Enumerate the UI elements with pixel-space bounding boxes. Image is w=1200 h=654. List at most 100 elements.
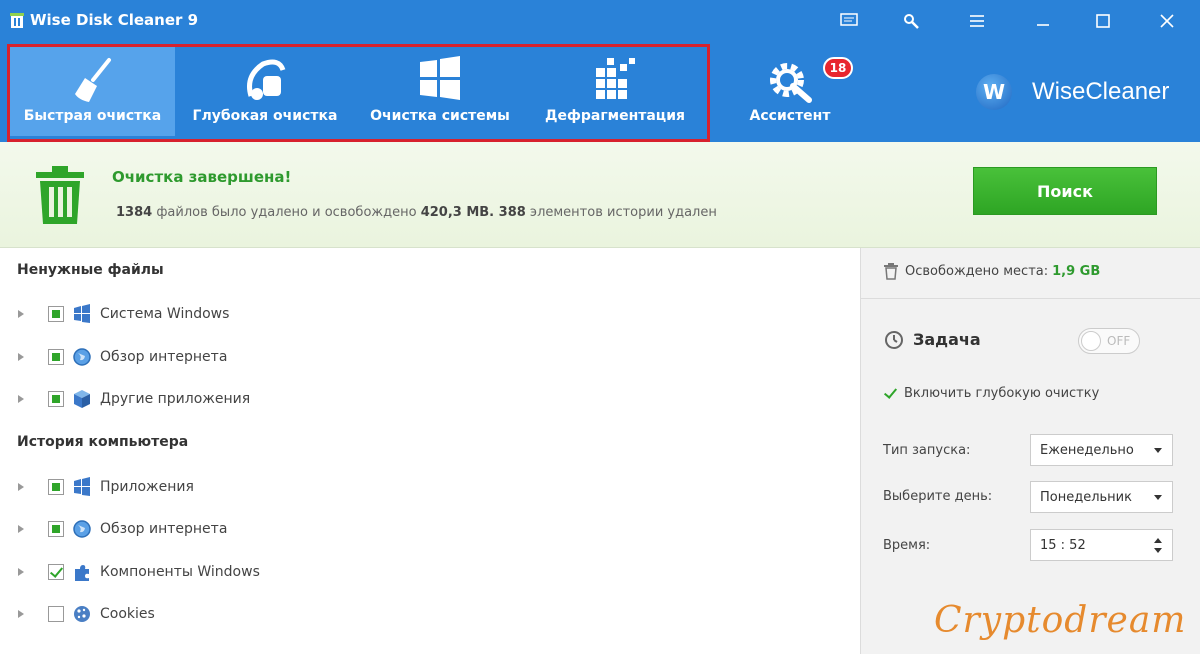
wrench-icon: [904, 14, 919, 29]
item-checkbox[interactable]: [48, 479, 64, 495]
expand-arrow-icon[interactable]: [18, 610, 24, 618]
status-description: 1384 файлов было удалено и освобождено 4…: [116, 205, 717, 220]
globe-icon: [73, 520, 91, 538]
windows-icon: [74, 477, 90, 496]
vacuum-icon: [247, 59, 286, 100]
divider: [861, 298, 1200, 299]
list-item[interactable]: Другие приложения: [0, 387, 860, 411]
day-select[interactable]: Понедельник: [1030, 481, 1173, 513]
windows-logo-icon: [420, 56, 460, 100]
item-label: Приложения: [100, 479, 194, 495]
freed-label: Освобождено места:: [905, 263, 1049, 279]
list-item[interactable]: Обзор интернета: [0, 345, 860, 369]
tab-label: Очистка системы: [370, 108, 510, 124]
expand-arrow-icon[interactable]: [18, 353, 24, 361]
tab-defrag[interactable]: Дефрагментация: [530, 46, 700, 136]
tab-quick-clean[interactable]: Быстрая очистка: [10, 46, 175, 136]
tab-label: Глубокая очистка: [192, 108, 338, 124]
list-item[interactable]: Компоненты Windows: [0, 560, 860, 584]
toggle-state: OFF: [1107, 334, 1131, 348]
time-label: Время:: [883, 538, 931, 553]
task-label: Задача: [913, 329, 981, 349]
chevron-down-icon: [1154, 448, 1162, 453]
list-item[interactable]: Система Windows: [0, 302, 860, 326]
task-header: Задача: [883, 328, 981, 350]
item-checkbox[interactable]: [48, 306, 64, 322]
menu-button[interactable]: [962, 8, 992, 34]
main-toolbar: Быстрая очистка Глубокая очистка Очистка…: [0, 42, 1200, 142]
expand-arrow-icon[interactable]: [18, 310, 24, 318]
files-count: 1384: [116, 205, 153, 220]
pc-history-heading: История компьютера: [17, 434, 189, 450]
status-text-1: файлов было удалено и освобождено: [152, 205, 421, 220]
title-bar: Wise Disk Cleaner 9: [0, 0, 1200, 42]
list-item[interactable]: Cookies: [0, 602, 860, 626]
search-button[interactable]: Поиск: [973, 167, 1157, 215]
notification-badge: 18: [823, 57, 853, 79]
maximize-button[interactable]: [1088, 8, 1118, 34]
freed-size: 420,3 MB.: [420, 205, 495, 220]
close-button[interactable]: [1152, 8, 1182, 34]
trash-small-icon: [884, 263, 898, 280]
minimize-button[interactable]: [1028, 8, 1058, 34]
tools-button[interactable]: [896, 8, 926, 34]
watermark: Cryptodream: [934, 600, 1187, 641]
task-toggle[interactable]: OFF: [1078, 328, 1140, 354]
launch-type-label: Тип запуска:: [883, 443, 971, 458]
history-count: 388: [494, 205, 526, 220]
sidebar-panel: Освобождено места: 1,9 GB Задача OFF Вкл…: [860, 248, 1200, 654]
globe-icon: [73, 348, 91, 366]
feedback-button[interactable]: [834, 8, 864, 34]
puzzle-icon: [75, 565, 89, 581]
day-label: Выберите день:: [883, 489, 993, 504]
time-input[interactable]: 15 : 52: [1030, 529, 1173, 561]
maximize-icon: [1096, 14, 1110, 28]
categories-panel: Ненужные файлы Система Windows Обзор инт…: [0, 248, 860, 654]
item-label: Обзор интернета: [100, 349, 228, 365]
expand-arrow-icon[interactable]: [18, 568, 24, 576]
day-value: Понедельник: [1040, 489, 1132, 505]
item-checkbox[interactable]: [48, 606, 64, 622]
package-icon: [74, 390, 90, 408]
tab-system-clean[interactable]: Очистка системы: [360, 46, 520, 136]
menu-icon: [970, 15, 984, 27]
defrag-icon: [596, 58, 635, 99]
list-item[interactable]: Приложения: [0, 475, 860, 499]
item-checkbox[interactable]: [48, 521, 64, 537]
tab-label: Дефрагментация: [545, 108, 685, 124]
expand-arrow-icon[interactable]: [18, 483, 24, 491]
launch-type-value: Еженедельно: [1040, 442, 1134, 458]
freed-value: 1,9 GB: [1052, 263, 1101, 279]
deep-clean-option[interactable]: Включить глубокую очистку: [883, 386, 1099, 401]
item-label: Другие приложения: [100, 391, 251, 407]
trash-icon: [36, 166, 84, 224]
item-label: Обзор интернета: [100, 521, 228, 537]
item-checkbox[interactable]: [48, 349, 64, 365]
gear-wrench-icon: [770, 63, 812, 103]
tab-label: Быстрая очистка: [23, 108, 162, 124]
chevron-down-icon: [1154, 495, 1162, 500]
window-title: Wise Disk Cleaner 9: [30, 11, 199, 29]
clock-icon: [885, 331, 903, 349]
status-banner: Очистка завершена! 1384 файлов было удал…: [0, 142, 1200, 248]
list-item[interactable]: Обзор интернета: [0, 517, 860, 541]
item-checkbox[interactable]: [48, 391, 64, 407]
expand-arrow-icon[interactable]: [18, 525, 24, 533]
item-checkbox[interactable]: [48, 564, 64, 580]
broom-icon: [74, 58, 111, 102]
status-title: Очистка завершена!: [112, 168, 292, 186]
status-text-2: элементов истории удален: [525, 205, 717, 220]
spin-up-icon[interactable]: [1154, 538, 1162, 543]
cookie-icon: [74, 606, 90, 622]
tab-deep-clean[interactable]: Глубокая очистка: [180, 46, 350, 136]
tab-label: Ассистент: [749, 108, 831, 124]
launch-type-select[interactable]: Еженедельно: [1030, 434, 1173, 466]
expand-arrow-icon[interactable]: [18, 395, 24, 403]
deep-clean-checkbox[interactable]: [883, 386, 898, 401]
spin-down-icon[interactable]: [1154, 548, 1162, 553]
toggle-knob: [1081, 331, 1101, 351]
item-label: Cookies: [100, 606, 155, 622]
message-icon: [840, 13, 858, 26]
minimize-icon: [1037, 24, 1049, 26]
item-label: Система Windows: [100, 306, 230, 322]
